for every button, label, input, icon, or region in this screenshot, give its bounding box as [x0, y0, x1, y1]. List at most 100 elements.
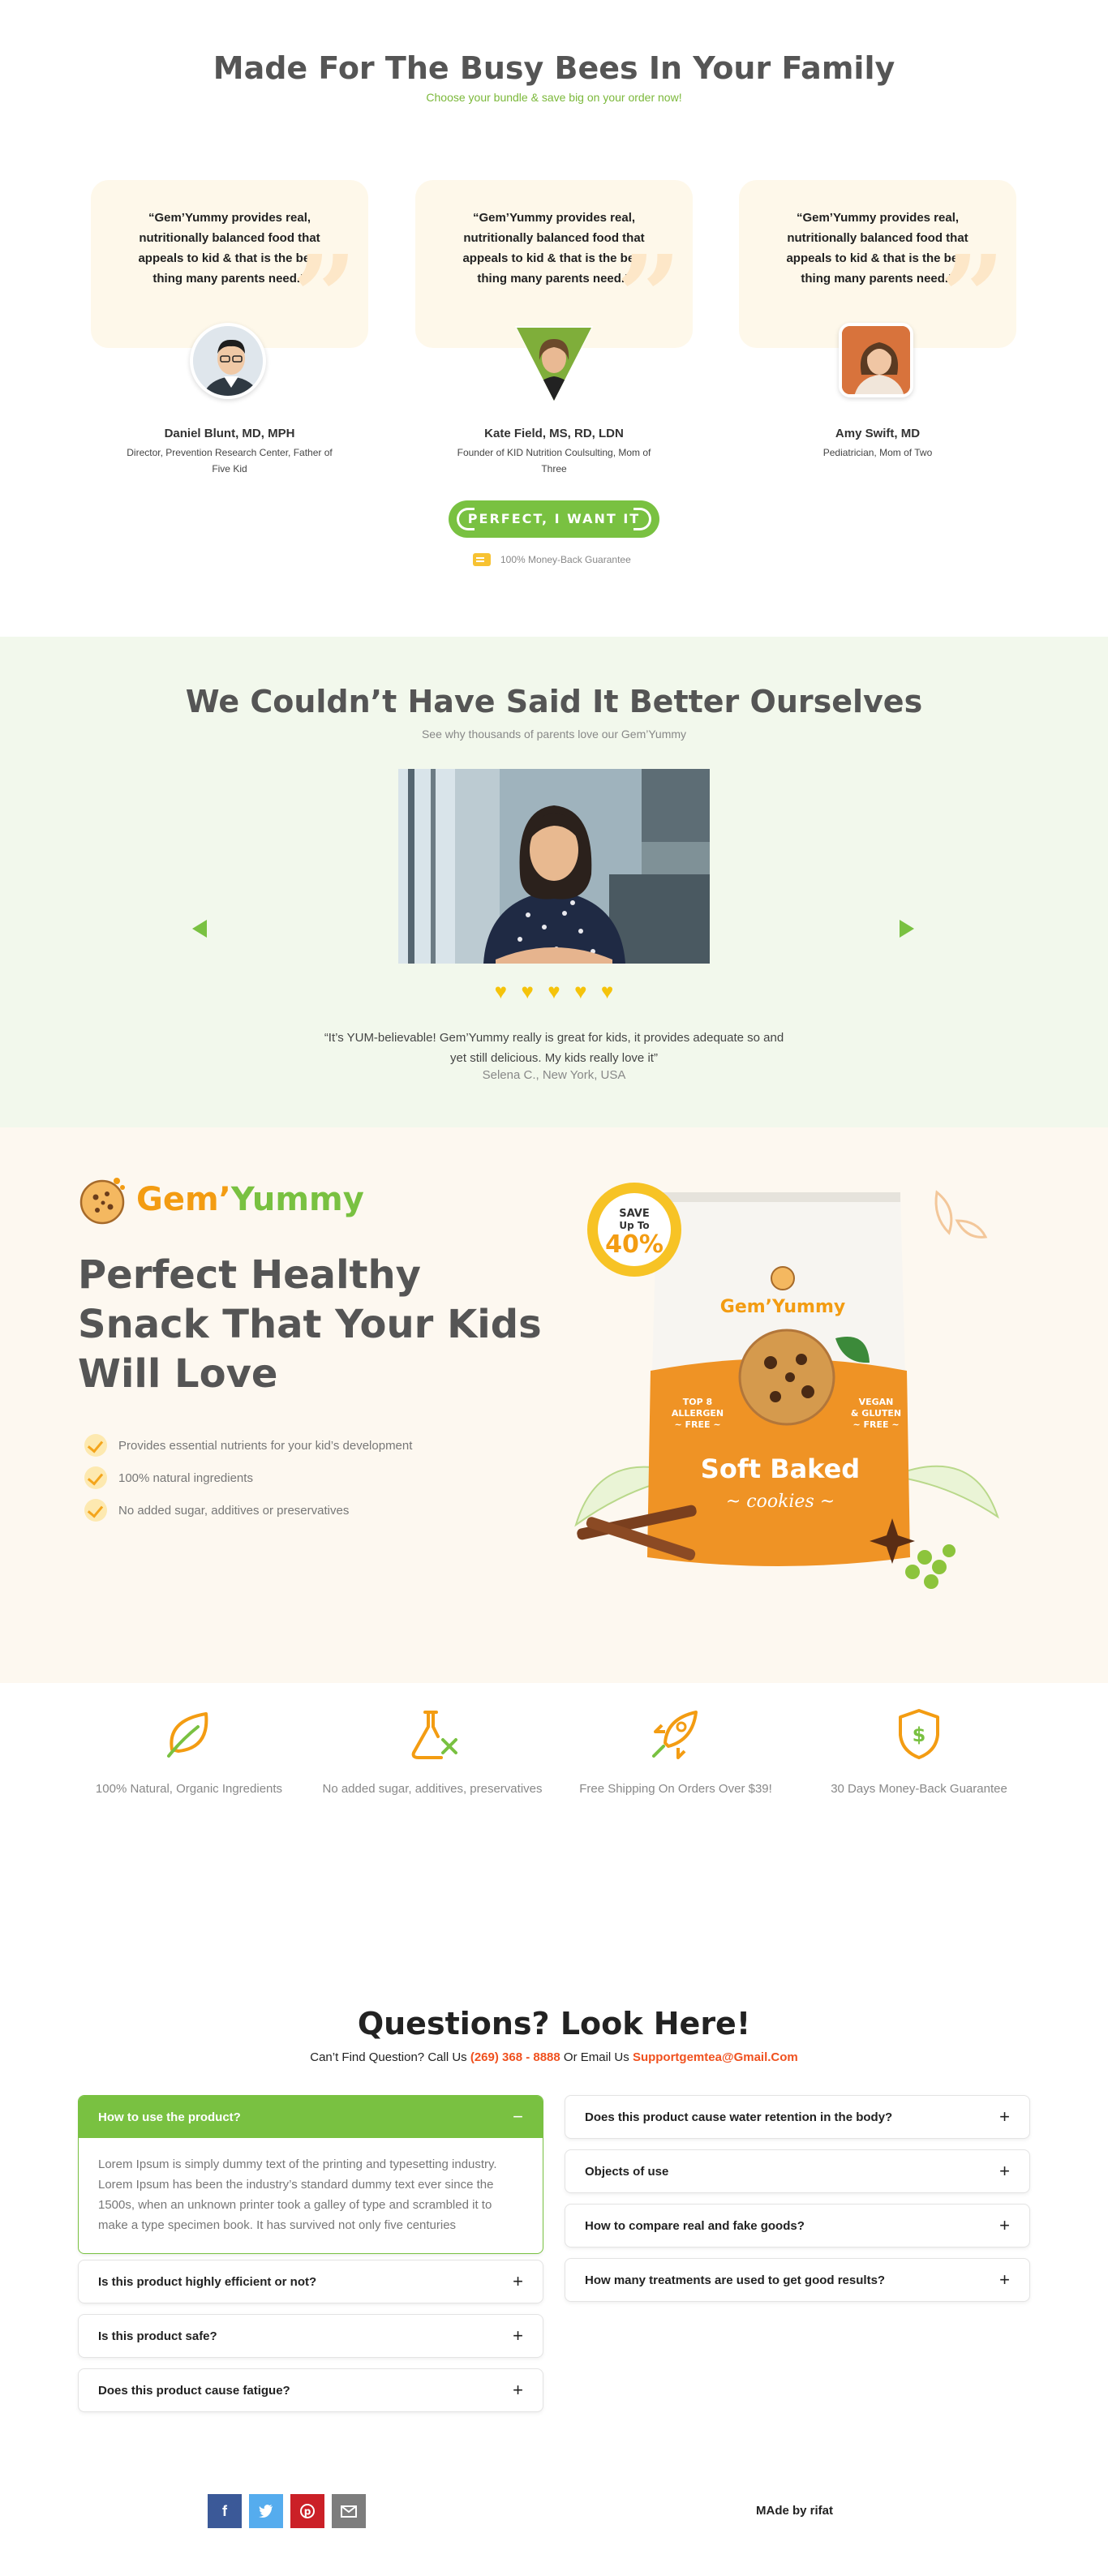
faq-question-text: Does this product cause water retention … [585, 2110, 893, 2124]
reviews-title: We Couldn’t Have Said It Better Ourselve… [185, 684, 923, 719]
shield-dollar-icon: $ [899, 1709, 939, 1759]
feature-item: No added sugar, additives, preservatives [315, 1707, 550, 1800]
heart-icon: ♥ [521, 979, 534, 1003]
feature-item: Free Shipping On Orders Over $39! [558, 1707, 793, 1800]
plus-icon[interactable]: + [513, 2380, 523, 2401]
email-link[interactable]: Supportgemtea@Gmail.Com [633, 2050, 798, 2064]
heart-icon: ♥ [600, 979, 614, 1003]
prev-arrow-icon[interactable] [192, 920, 207, 938]
faq-question-text: Does this product cause fatigue? [98, 2383, 290, 2398]
avatar [513, 323, 595, 404]
cta-label: PERFECT, I WANT IT [467, 511, 641, 526]
bag-brand: Gem’Yummy [720, 1297, 845, 1317]
faq-contact: Can’t Find Question? Call Us (269) 368 -… [310, 2050, 798, 2064]
faq-item[interactable]: How many treatments are used to get good… [565, 2258, 1030, 2302]
guarantee-text: 100% Money-Back Guarantee [500, 554, 631, 565]
brand-logo[interactable]: Gem’Yummy [78, 1174, 364, 1225]
svg-text:~ FREE ~: ~ FREE ~ [852, 1419, 899, 1430]
faq-item[interactable]: How to compare real and fake goods? + [565, 2204, 1030, 2248]
perfect-i-want-it-button[interactable]: PERFECT, I WANT IT [449, 500, 659, 538]
faq-item[interactable]: Is this product safe? + [78, 2314, 543, 2358]
avatar [190, 323, 271, 404]
phone-link[interactable]: (269) 368 - 8888 [470, 2050, 560, 2064]
svg-text:~ FREE ~: ~ FREE ~ [674, 1419, 720, 1430]
faq-question-text: Is this product safe? [98, 2329, 217, 2343]
card-icon [473, 553, 491, 566]
testimonial-name: Amy Swift, MD [835, 427, 921, 440]
plus-icon[interactable]: + [999, 2161, 1010, 2182]
faq-question[interactable]: How to use the product? − [79, 2096, 543, 2138]
plus-icon[interactable]: + [999, 2269, 1010, 2290]
faq-question-text: How to compare real and fake goods? [585, 2218, 805, 2233]
faq-section: Questions? Look Here! Can’t Find Questio… [0, 1918, 1108, 2494]
reviewer-name: Selena C., New York, USA [482, 1068, 626, 1082]
testimonial-role: Pediatrician, Mom of Two [822, 447, 933, 458]
plus-icon[interactable]: + [513, 2271, 523, 2292]
testimonials-title: Made For The Busy Bees In Your Family [213, 50, 895, 86]
email-icon[interactable] [332, 2494, 366, 2528]
reviewer-photo [398, 769, 710, 964]
testimonials-subtitle: Choose your bundle & save big on your or… [426, 91, 682, 104]
plus-icon[interactable]: + [513, 2325, 523, 2346]
save-badge: SAVE Up To 40% [587, 1183, 681, 1277]
svg-text:ALLERGEN: ALLERGEN [672, 1408, 724, 1419]
check-icon [84, 1434, 107, 1457]
footer: f p MAde by rifat [0, 2494, 1108, 2576]
product-image: Gem’Yummy TOP 8 ALLERGEN ~ FREE ~ VEGAN … [568, 1176, 1006, 1630]
cookie-icon [79, 1178, 125, 1225]
feature-item: $ 30 Days Money-Back Guarantee [801, 1707, 1037, 1800]
heart-icon: ♥ [574, 979, 587, 1003]
heart-icon: ♥ [494, 979, 508, 1003]
brand-name: Gem’Yummy [136, 1181, 364, 1218]
avatar [839, 323, 920, 404]
quote-mark-icon: ” [616, 231, 681, 364]
faq-question-text: Objects of use [585, 2164, 669, 2179]
svg-text:$: $ [913, 1724, 926, 1746]
pinterest-icon[interactable]: p [290, 2494, 324, 2528]
faq-item[interactable]: Does this product cause fatigue? + [78, 2368, 543, 2412]
hero-feature-list: Provides essential nutrients for your ki… [84, 1429, 412, 1526]
features-section: 100% Natural, Organic Ingredients No add… [0, 1683, 1108, 1918]
faq-item-open[interactable]: How to use the product? − Lorem Ipsum is… [78, 2095, 543, 2254]
faq-question-text: Is this product highly efficient or not? [98, 2274, 317, 2289]
svg-text:SAVE: SAVE [619, 1208, 649, 1220]
money-back-guarantee: 100% Money-Back Guarantee [473, 552, 631, 568]
testimonial-role: Founder of KID Nutrition Coulsulting, Mo… [457, 447, 651, 474]
quote-mark-icon: ” [939, 231, 1005, 364]
svg-text:p: p [304, 2506, 311, 2518]
review-quote: “It’s YUM-believable! Gem’Yummy really i… [324, 1031, 784, 1065]
svg-text:VEGAN: VEGAN [859, 1397, 894, 1407]
feature-label: 30 Days Money-Back Guarantee [831, 1782, 1007, 1796]
leaf-icon [167, 1712, 208, 1758]
facebook-icon[interactable]: f [208, 2494, 242, 2528]
svg-text:TOP 8: TOP 8 [683, 1397, 712, 1407]
reviews-section: We Couldn’t Have Said It Better Ourselve… [0, 637, 1108, 1127]
bag-title: Soft Baked [701, 1453, 860, 1484]
hero-title: Perfect Healthy Snack That Your Kids Wil… [78, 1252, 542, 1397]
faq-question-text: How to use the product? [98, 2110, 241, 2124]
faq-item[interactable]: Is this product highly efficient or not?… [78, 2260, 543, 2303]
feature-label: No added sugar, additives, preservatives [322, 1782, 543, 1796]
check-icon [84, 1466, 107, 1489]
bracket-left-icon [457, 508, 475, 530]
bracket-right-icon [633, 508, 651, 530]
heart-icon: ♥ [548, 979, 560, 1003]
twitter-icon[interactable] [249, 2494, 283, 2528]
plus-icon[interactable]: + [999, 2215, 1010, 2236]
svg-text:40%: 40% [605, 1230, 664, 1259]
testimonial-name: Daniel Blunt, MD, MPH [164, 427, 295, 440]
rating-hearts: ♥ ♥ ♥ ♥ ♥ [491, 981, 617, 1002]
next-arrow-icon[interactable] [900, 920, 914, 938]
feature-text: No added sugar, additives or preservativ… [118, 1503, 350, 1518]
list-item: 100% natural ingredients [84, 1462, 412, 1494]
social-links: f p [208, 2494, 366, 2528]
svg-text:& GLUTEN: & GLUTEN [851, 1408, 901, 1419]
faq-item[interactable]: Does this product cause water retention … [565, 2095, 1030, 2139]
bag-subtitle: ~ cookies ~ [726, 1492, 835, 1512]
minus-icon[interactable]: − [513, 2106, 523, 2127]
faq-title: Questions? Look Here! [357, 2006, 751, 2041]
faq-question-text: How many treatments are used to get good… [585, 2273, 886, 2287]
plus-icon[interactable]: + [999, 2106, 1010, 2127]
faq-item[interactable]: Objects of use + [565, 2149, 1030, 2193]
testimonial-role: Director, Prevention Research Center, Fa… [127, 447, 333, 474]
